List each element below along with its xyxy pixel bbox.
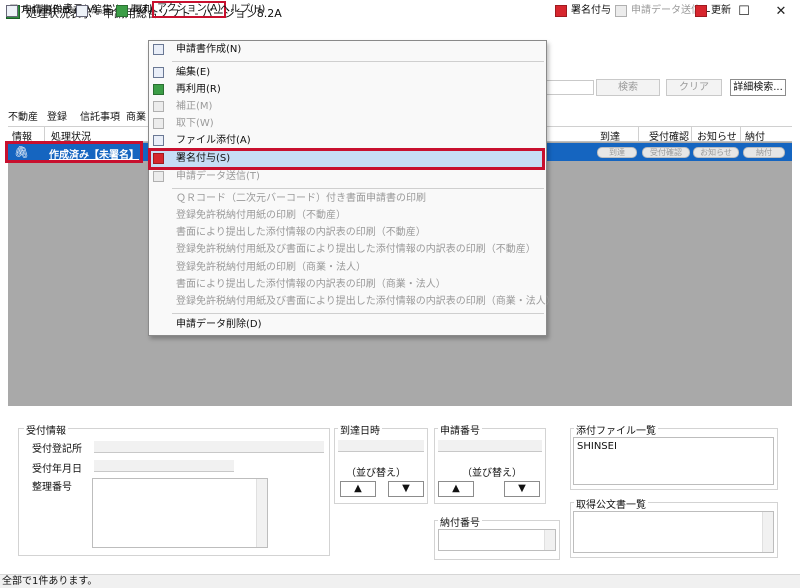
payment-number-field[interactable]	[438, 529, 556, 551]
official-docs-box[interactable]	[573, 511, 774, 553]
clear-button[interactable]: クリア	[666, 79, 722, 96]
attach-icon	[153, 135, 164, 146]
maximize-button[interactable]: ☐	[729, 2, 759, 22]
receipt-office-field	[94, 441, 324, 453]
search-input[interactable]	[545, 80, 594, 95]
sort-label: （並び替え）	[346, 468, 406, 479]
column-separator	[638, 127, 639, 141]
menu-help[interactable]: ヘルプ(H)	[217, 2, 268, 17]
menu-item-edit[interactable]: 編集(E)	[176, 66, 210, 80]
ref-number-scrollbar[interactable]	[256, 479, 267, 547]
menu-item-print-attach-realestate[interactable]: 書面により提出した添付情報の内訳表の印刷（不動産）	[176, 226, 426, 240]
sort-up-button[interactable]: ▲	[340, 481, 376, 497]
payment-pill[interactable]: 納付	[743, 147, 785, 158]
menu-item-reuse[interactable]: 再利用(R)	[176, 83, 221, 97]
application-number-field	[438, 440, 542, 452]
menu-item-print-qr[interactable]: ＱＲコード（二次元バーコード）付き書面申請書の印刷	[176, 192, 426, 206]
notice-pill[interactable]: お知らせ	[693, 147, 739, 158]
toolbar-sign-button[interactable]: 署名付与	[555, 3, 611, 19]
payment-number-legend: 納付番号	[438, 514, 482, 529]
tab-real-estate[interactable]: 不動産	[8, 108, 38, 123]
tab-registration[interactable]: 登録	[47, 108, 67, 123]
menu-item-create[interactable]: 申請書作成(N)	[176, 43, 241, 57]
tab-trust[interactable]: 信託事項	[80, 108, 120, 123]
refresh-icon	[695, 5, 707, 17]
attachment-list-legend: 添付ファイル一覧	[574, 422, 658, 437]
amend-icon	[153, 101, 164, 112]
toolbar-send-button[interactable]: 申請データ送信	[615, 3, 701, 19]
official-docs-scrollbar[interactable]	[762, 512, 773, 552]
menu-item-print-attach-commercial[interactable]: 書面により提出した添付情報の内訳表の印刷（商業・法人）	[176, 278, 446, 292]
column-separator	[44, 127, 45, 141]
close-button[interactable]: ✕	[766, 2, 796, 22]
menu-item-attach[interactable]: ファイル添付(A)	[176, 134, 251, 148]
toolbar-create-button[interactable]: 申請書作成	[6, 3, 72, 19]
toolbar-reuse-button[interactable]: 再利	[116, 3, 152, 19]
official-docs-legend: 取得公文書一覧	[574, 496, 648, 511]
menu-highlight-box	[148, 148, 545, 170]
sort-label-2: （並び替え）	[462, 468, 522, 479]
reuse-icon	[153, 84, 164, 95]
column-separator	[740, 127, 741, 141]
detail-search-button[interactable]: 詳細検索...	[730, 79, 786, 96]
create-icon	[153, 44, 164, 55]
arrival-pill[interactable]: 到達	[597, 147, 637, 158]
menu-item-withdraw[interactable]: 取下(W)	[176, 117, 214, 131]
edit-icon	[76, 5, 88, 17]
menu-separator	[172, 188, 544, 189]
column-receipt-confirm[interactable]: 受付確認	[649, 128, 689, 143]
column-payment[interactable]: 納付	[745, 128, 765, 143]
edit-icon	[153, 67, 164, 78]
sort-up-button-2[interactable]: ▲	[438, 481, 474, 497]
sort-down-button[interactable]: ▼	[388, 481, 424, 497]
menu-item-print-both-commercial[interactable]: 登録免許税納付用紙及び書面により提出した添付情報の内訳表の印刷（商業・法人）	[176, 295, 556, 309]
search-button[interactable]: 検索	[596, 79, 660, 96]
row-highlight-box	[5, 141, 143, 163]
attachment-item[interactable]: SHINSEI	[577, 441, 617, 452]
menu-separator	[172, 313, 544, 314]
status-bar: 全部で1件あります。	[0, 574, 800, 588]
application-number-legend: 申請番号	[438, 422, 482, 437]
column-arrival[interactable]: 到達	[600, 128, 620, 143]
document-icon	[6, 5, 18, 17]
menu-item-delete[interactable]: 申請データ削除(D)	[176, 318, 262, 332]
menu-item-send[interactable]: 申請データ送信(T)	[176, 170, 260, 184]
payment-number-spinner[interactable]	[544, 530, 555, 550]
column-separator	[691, 127, 692, 141]
receipt-date-field	[94, 460, 234, 472]
receipt-info-legend: 受付情報	[24, 422, 68, 437]
reuse-icon	[116, 5, 128, 17]
receipt-date-label: 受付年月日	[32, 464, 82, 475]
menu-item-print-tax-realestate[interactable]: 登録免許税納付用紙の印刷（不動産）	[176, 209, 346, 223]
arrival-datetime-field	[338, 440, 424, 452]
column-notice[interactable]: お知らせ	[697, 128, 737, 143]
send-icon	[615, 5, 627, 17]
receipt-confirm-pill[interactable]: 受付確認	[642, 147, 690, 158]
menu-item-amend[interactable]: 補正(M)	[176, 100, 212, 114]
arrival-datetime-legend: 到達日時	[338, 422, 382, 437]
withdraw-icon	[153, 118, 164, 129]
toolbar-refresh-button[interactable]: 更新	[695, 3, 731, 19]
ref-number-textarea[interactable]	[92, 478, 268, 548]
receipt-office-label: 受付登記所	[32, 444, 82, 455]
menu-item-print-both-realestate[interactable]: 登録免許税納付用紙及び書面により提出した添付情報の内訳表の印刷（不動産）	[176, 243, 536, 257]
send-icon	[153, 171, 164, 182]
menu-separator	[172, 61, 544, 62]
menu-item-print-tax-commercial[interactable]: 登録免許税納付用紙の印刷（商業・法人）	[176, 261, 366, 275]
sort-down-button-2[interactable]: ▼	[504, 481, 540, 497]
menu-action[interactable]: アクション(A)	[152, 1, 227, 18]
toolbar-edit-button[interactable]: 編集	[76, 3, 112, 19]
signature-icon	[555, 5, 567, 17]
ref-number-label: 整理番号	[32, 482, 72, 493]
